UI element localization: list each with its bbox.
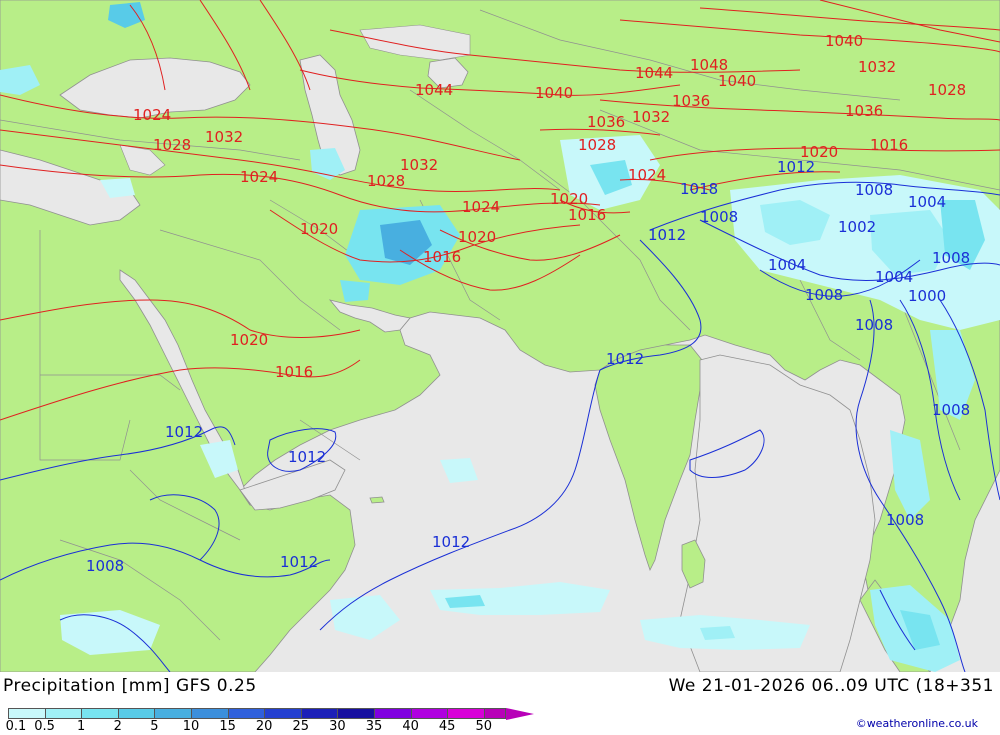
isobar-label: 1012 — [288, 448, 326, 466]
legend-tick-label: 2 — [113, 719, 122, 734]
isobar-label: 1040 — [825, 32, 863, 50]
isobar-label: 1016 — [423, 248, 461, 266]
legend-tick-label: 5 — [150, 719, 159, 734]
legend-tick-label: 20 — [255, 719, 273, 734]
isobar-label: 1028 — [153, 136, 191, 154]
legend-swatch — [44, 708, 83, 719]
isobar-label: 1020 — [230, 331, 268, 349]
isobar-label: 1008 — [932, 401, 970, 419]
legend-swatch — [117, 708, 156, 719]
legend-tick-label: 45 — [438, 719, 456, 734]
isobar-label: 1004 — [908, 193, 946, 211]
legend-swatch — [264, 708, 302, 719]
legend-swatch — [191, 708, 229, 719]
isobar-label: 1008 — [855, 316, 893, 334]
legend-tick-label: 0.5 — [34, 719, 55, 734]
isobar-label: 1012 — [777, 158, 815, 176]
isobar-label: 1008 — [700, 208, 738, 226]
isobar-label: 1028 — [928, 81, 966, 99]
precipitation-map: 1024 1028 1032 1044 1040 1044 1048 1040 … — [0, 0, 1000, 672]
isobar-label: 1020 — [458, 228, 496, 246]
legend-swatch — [374, 708, 412, 719]
isobar-label: 1008 — [805, 286, 843, 304]
legend-tick-label: 15 — [219, 719, 236, 734]
isobar-label: 1016 — [568, 206, 606, 224]
map-title: Precipitation [mm] GFS 0.25 — [3, 676, 257, 696]
isobar-label: 1032 — [205, 128, 243, 146]
isobar-label: 1016 — [275, 363, 313, 381]
isobar-label: 1008 — [86, 557, 124, 575]
isobar-label: 1024 — [133, 106, 171, 124]
isobar-label: 1012 — [165, 423, 203, 441]
isobar-label: 1032 — [400, 156, 438, 174]
legend-swatch — [227, 708, 266, 719]
legend-swatch — [483, 708, 506, 719]
legend-swatch — [410, 708, 449, 719]
legend-tick-label: 0.1 — [5, 719, 27, 734]
legend-swatch — [154, 708, 192, 719]
legend-tick-label: 50 — [475, 719, 493, 734]
isobar-label: 1036 — [587, 113, 625, 131]
isobar-label: 1016 — [870, 136, 908, 154]
forecast-time: We 21-01-2026 06..09 UTC (18+351 — [668, 676, 994, 696]
isobar-label: 1028 — [578, 136, 616, 154]
isobar-label: 1004 — [875, 268, 913, 286]
isobar-label: 1018 — [680, 180, 718, 198]
legend-tick-label: 35 — [365, 719, 383, 734]
socotra-island — [369, 496, 385, 504]
isobar-label: 1008 — [886, 511, 924, 529]
isobar-label: 1024 — [240, 168, 278, 186]
legend-tick-label: 40 — [402, 719, 419, 734]
legend-swatch — [81, 708, 119, 719]
isobar-label: 1024 — [628, 166, 666, 184]
isobar-label: 1004 — [768, 256, 806, 274]
legend-swatch — [300, 708, 339, 719]
legend-tick-label: 1 — [77, 719, 86, 734]
isobar-label: 1020 — [300, 220, 338, 238]
isobar-label: 1040 — [718, 72, 756, 90]
isobar-label: 1002 — [838, 218, 876, 236]
isobar-label: 1024 — [462, 198, 500, 216]
legend-tick-label: 10 — [182, 719, 200, 734]
isobar-label: 1012 — [432, 533, 470, 551]
isobar-label: 1032 — [858, 58, 896, 76]
isobar-label: 1008 — [855, 181, 893, 199]
copyright-notice: ©weatheronline.co.uk — [855, 717, 978, 730]
isobar-label: 1044 — [635, 64, 673, 82]
isobar-label: 1036 — [672, 92, 710, 110]
isobar-label: 1028 — [367, 172, 405, 190]
isobar-label: 1040 — [535, 84, 573, 102]
isobar-label: 1012 — [280, 553, 318, 571]
legend-tick-label: 30 — [329, 719, 346, 734]
isobar-label: 1044 — [415, 81, 453, 99]
isobar-label: 1032 — [632, 108, 670, 126]
legend-tick-label: 25 — [292, 719, 310, 734]
isobar-label: 1012 — [606, 350, 644, 368]
legend-swatch — [8, 708, 46, 719]
isobar-label: 1012 — [648, 226, 686, 244]
legend-swatch — [447, 708, 485, 719]
isobar-label: 1000 — [908, 287, 946, 305]
isobar-label: 1036 — [845, 102, 883, 120]
legend-swatch — [337, 708, 375, 719]
isobar-label: 1008 — [932, 249, 970, 267]
